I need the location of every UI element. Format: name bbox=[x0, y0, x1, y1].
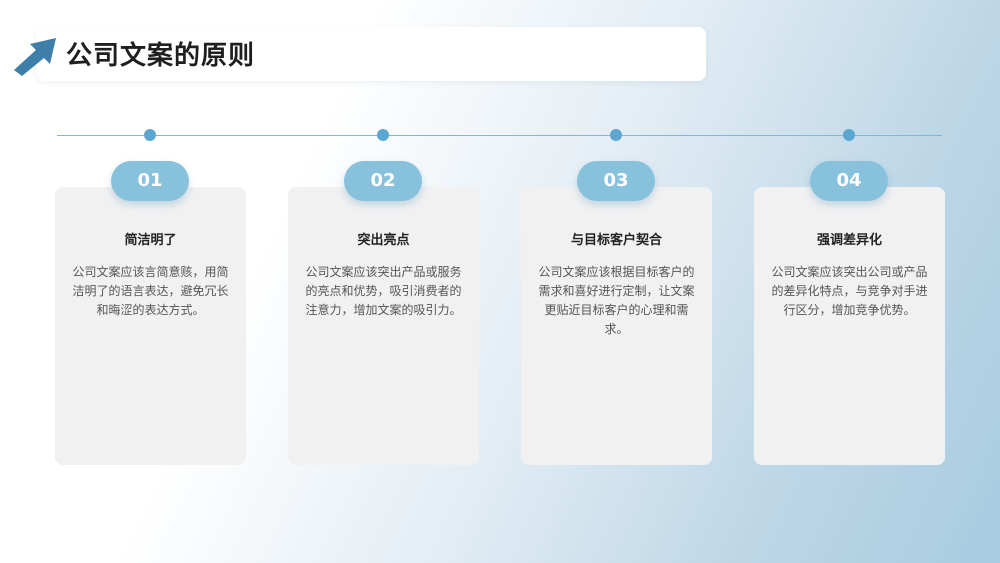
principle-number-badge-4: 04 bbox=[810, 161, 888, 201]
principle-card-3: 与目标客户契合 公司文案应该根据目标客户的需求和喜好进行定制，让文案更贴近目标客… bbox=[521, 187, 712, 465]
page-title: 公司文案的原则 bbox=[66, 41, 256, 71]
principle-text: 公司文案应该突出公司或产品的差异化特点，与竞争对手进行区分，增加竞争优势。 bbox=[771, 265, 928, 317]
principle-text: 公司文案应该根据目标客户的需求和喜好进行定制，让文案更贴近目标客户的心理和需求。 bbox=[538, 265, 695, 336]
timeline-dot-2 bbox=[377, 129, 389, 141]
timeline-dot-1 bbox=[144, 129, 156, 141]
principle-card-1: 简洁明了 公司文案应该言简意赅，用简洁明了的语言表达，避免冗长和晦涩的表达方式。 bbox=[55, 187, 246, 465]
principle-number-badge-1: 01 bbox=[111, 161, 189, 201]
timeline-dot-3 bbox=[610, 129, 622, 141]
principle-card-2: 突出亮点 公司文案应该突出产品或服务的亮点和优势，吸引消费者的注意力，增加文案的… bbox=[288, 187, 479, 465]
principle-title: 与目标客户契合 bbox=[570, 233, 662, 248]
principle-text: 公司文案应该言简意赅，用简洁明了的语言表达，避免冗长和晦涩的表达方式。 bbox=[72, 265, 229, 317]
timeline-line bbox=[57, 135, 942, 136]
principle-text: 公司文案应该突出产品或服务的亮点和优势，吸引消费者的注意力，增加文案的吸引力。 bbox=[305, 265, 462, 317]
timeline-dot-4 bbox=[843, 129, 855, 141]
principle-title: 简洁明了 bbox=[124, 233, 177, 248]
principle-number-badge-3: 03 bbox=[577, 161, 655, 201]
principle-title: 强调差异化 bbox=[816, 233, 882, 248]
principle-card-4: 强调差异化 公司文案应该突出公司或产品的差异化特点，与竞争对手进行区分，增加竞争… bbox=[754, 187, 945, 465]
arrow-icon bbox=[14, 38, 56, 76]
principle-title: 突出亮点 bbox=[357, 233, 410, 248]
principle-number-badge-2: 02 bbox=[344, 161, 422, 201]
